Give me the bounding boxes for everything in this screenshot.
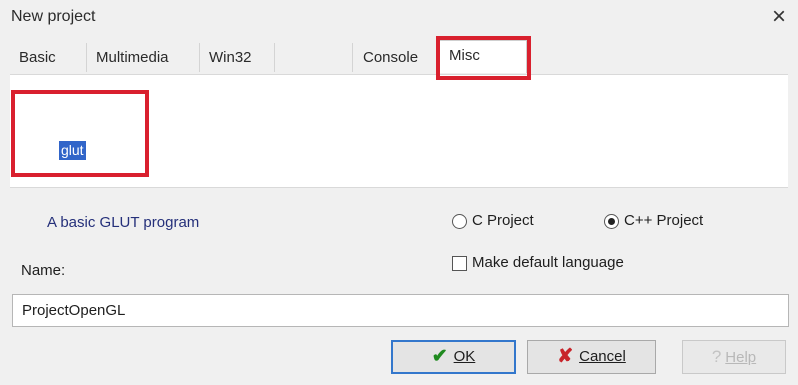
tab-console[interactable]: Console	[353, 43, 439, 72]
cpp-project-label: C++ Project	[624, 212, 704, 229]
tab-bar: Basic Multimedia Win32 Console Misc	[10, 40, 788, 74]
default-language-checkbox[interactable]: Make default language	[452, 252, 624, 274]
window-title: New project	[11, 8, 96, 25]
help-button[interactable]: ? Help	[682, 340, 786, 374]
radio-cpp-icon	[604, 213, 619, 229]
tab-win32[interactable]: Win32	[200, 43, 275, 72]
tab-basic[interactable]: Basic	[10, 43, 87, 72]
name-label: Name:	[21, 262, 66, 279]
template-description: A basic GLUT program	[47, 214, 200, 231]
cpp-project-radio[interactable]: C++ Project	[604, 210, 703, 232]
default-language-label: Make default language	[472, 254, 624, 271]
cancel-button[interactable]: ✘ Cancel	[527, 340, 656, 374]
name-input[interactable]	[12, 294, 789, 327]
cancel-label: Cancel	[579, 348, 626, 365]
ok-button[interactable]: ✔ OK	[391, 340, 516, 374]
annotation-box-glut-template	[11, 90, 149, 177]
help-label: Help	[725, 349, 757, 366]
question-icon: ?	[711, 347, 722, 366]
close-icon[interactable]: ×	[772, 4, 786, 30]
annotation-box-misc-tab	[436, 36, 531, 80]
c-project-label: C Project	[472, 212, 534, 229]
tab-multimedia[interactable]: Multimedia	[87, 43, 200, 72]
c-project-radio[interactable]: C Project	[452, 210, 534, 232]
tab-blank[interactable]	[275, 43, 353, 72]
checkbox-icon	[452, 255, 467, 271]
x-icon: ✘	[557, 346, 574, 367]
radio-c-icon	[452, 213, 467, 229]
ok-label: OK	[453, 348, 476, 365]
checkmark-icon: ✔	[431, 346, 448, 367]
